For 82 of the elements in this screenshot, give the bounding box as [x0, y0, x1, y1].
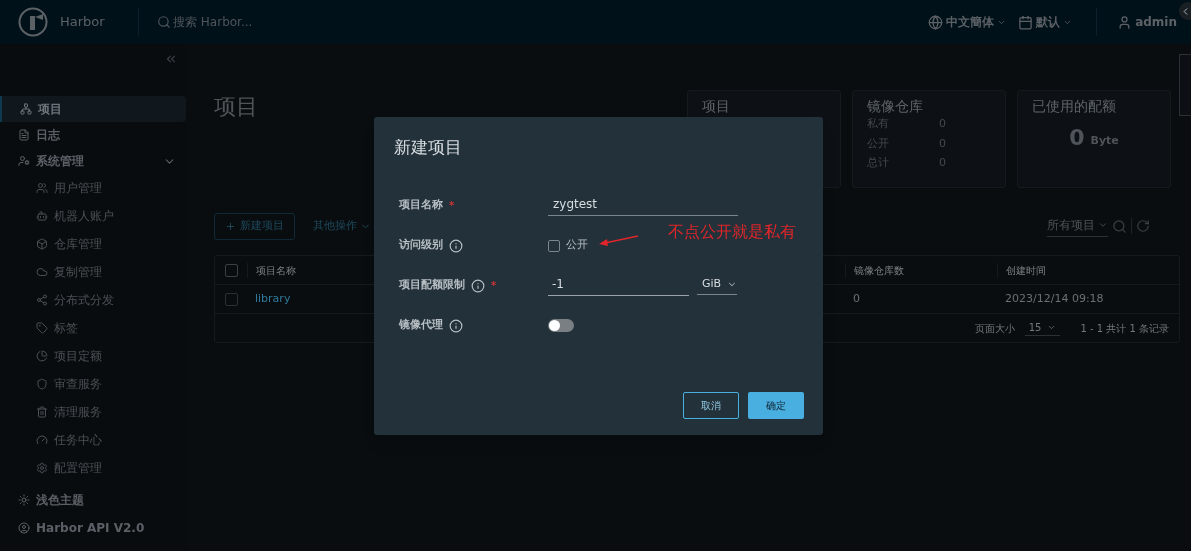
new-project-button[interactable]: 新建项目: [214, 212, 295, 240]
annotation-text: 不点公开就是私有: [668, 221, 796, 243]
info-icon[interactable]: [471, 278, 485, 293]
public-checkbox[interactable]: [548, 239, 560, 252]
sidebar-icon: [36, 210, 48, 222]
sidebar-icon: [18, 494, 30, 506]
sidebar-icon: [36, 462, 48, 474]
confirm-button[interactable]: 确定: [748, 391, 804, 419]
sidebar-icon: [18, 129, 30, 141]
sidebar-item[interactable]: 复制管理: [0, 258, 186, 286]
lighthouse-logo: [18, 7, 48, 37]
sidebar-item[interactable]: 项目: [0, 96, 186, 122]
card-title: 已使用的配额: [1032, 99, 1117, 113]
annotation-arrow: [599, 234, 639, 247]
sidebar-item[interactable]: 审查服务: [0, 370, 186, 398]
field-label: 项目名称: [399, 197, 443, 214]
page-size-label: 页面大小: [974, 321, 1015, 336]
sidebar-footer-item[interactable]: Harbor API V2.0: [0, 514, 186, 542]
sidebar-footer-item[interactable]: 浅色主题: [0, 486, 186, 514]
checkbox-label: 公开: [566, 237, 588, 254]
table-cell-text: 0: [852, 290, 861, 307]
table-cell-text: 2023/12/14 09:18: [1004, 290, 1104, 307]
sidebar-item[interactable]: 配置管理: [0, 454, 186, 482]
page-title: 项目: [214, 93, 258, 121]
field-label: 访问级别: [399, 237, 443, 254]
unit-select[interactable]: GiB: [697, 275, 737, 296]
column-header: 创建时间: [997, 262, 1046, 278]
quota-value: 0: [1069, 127, 1085, 149]
language-menu[interactable]: 中文簡体: [928, 13, 1007, 31]
quota-unit: Byte: [1090, 132, 1119, 149]
search-icon: [157, 15, 171, 29]
global-search[interactable]: 搜索 Harbor...: [157, 13, 253, 31]
required-mark: *: [449, 199, 455, 213]
sidebar-icon: [36, 182, 48, 194]
sidebar-item[interactable]: 任务中心: [0, 426, 186, 454]
sidebar-item[interactable]: 用户管理: [0, 174, 186, 202]
user-icon: [1117, 14, 1133, 30]
theme-menu[interactable]: 默认: [1018, 13, 1073, 31]
field-label: 项目配额限制: [399, 277, 465, 294]
sidebar-icon: [36, 350, 48, 362]
select-all-checkbox[interactable]: [224, 263, 238, 277]
page-size-select[interactable]: 15: [1024, 320, 1061, 336]
record-summary: 1 - 1 共计 1 条记录: [1080, 321, 1169, 336]
proxy-toggle[interactable]: [548, 319, 574, 332]
sidebar-item[interactable]: 分布式分发: [0, 286, 186, 314]
sidebar-icon: [36, 322, 48, 334]
sidebar-item[interactable]: 标签: [0, 314, 186, 342]
sidebar-icon: [36, 434, 48, 446]
sidebar-icon: [36, 406, 48, 418]
card-title: 项目: [702, 99, 731, 113]
required-mark: *: [491, 279, 497, 293]
more-actions-dropdown[interactable]: 其他操作: [313, 217, 371, 235]
sidebar-icon: [36, 294, 48, 306]
field-label: 镜像代理: [399, 317, 443, 334]
sidebar-icon: [18, 155, 30, 167]
dialog-title: 新建项目: [394, 136, 463, 159]
sidebar-item[interactable]: 系统管理: [0, 148, 186, 174]
card-title: 镜像仓库: [867, 99, 924, 113]
globe-icon: [928, 14, 944, 30]
sidebar-icon: [36, 238, 48, 250]
sidebar-icon: [18, 522, 30, 534]
sidebar-item[interactable]: 仓库管理: [0, 230, 186, 258]
calendar-icon: [1018, 14, 1034, 30]
sidebar-item[interactable]: 日志: [0, 122, 186, 148]
sidebar-item[interactable]: 项目定额: [0, 342, 186, 370]
row-checkbox[interactable]: [224, 292, 238, 306]
filter-select[interactable]: 所有项目: [1047, 215, 1108, 237]
column-header: 镜像仓库数: [845, 262, 997, 278]
plus-icon: [225, 220, 236, 232]
cancel-button[interactable]: 取消: [683, 391, 739, 419]
sidebar-icon: [20, 103, 32, 115]
sidebar-icon: [36, 266, 48, 278]
sidebar-icon: [36, 378, 48, 390]
sidebar-item[interactable]: 清理服务: [0, 398, 186, 426]
project-name-field[interactable]: zygtest: [548, 195, 738, 216]
sidebar-item[interactable]: 机器人账户: [0, 202, 186, 230]
quota-field[interactable]: -1: [548, 275, 689, 296]
user-menu[interactable]: admin: [1117, 13, 1177, 31]
info-icon[interactable]: [449, 318, 463, 333]
chevron-icon: [1047, 323, 1057, 332]
info-icon[interactable]: [449, 238, 463, 253]
brand-name: Harbor: [60, 13, 106, 32]
